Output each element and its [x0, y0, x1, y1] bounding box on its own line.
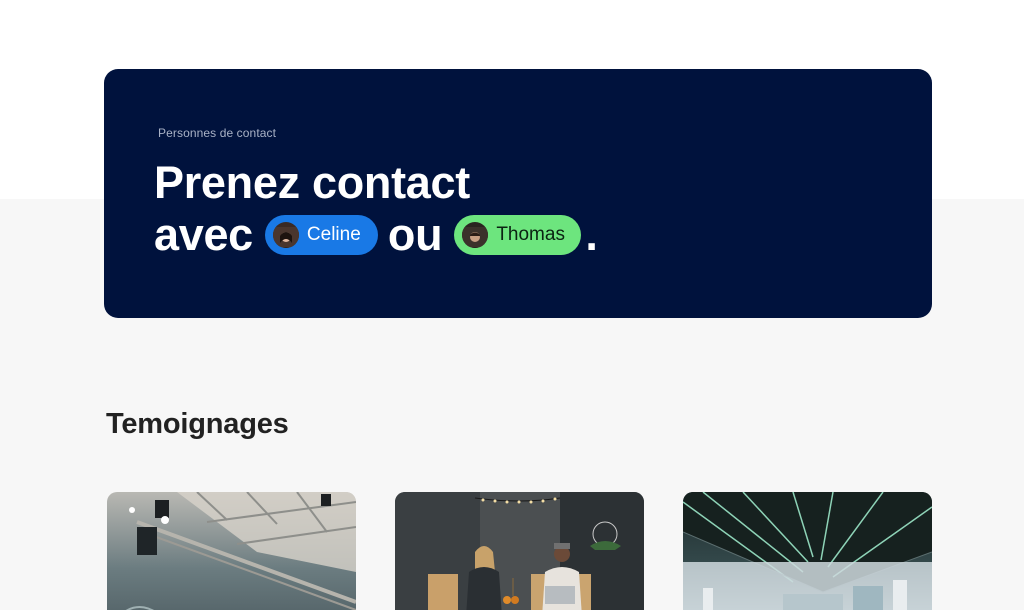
- testimonial-card-2[interactable]: [395, 492, 644, 610]
- card-3-photo: [683, 492, 932, 610]
- headline-word-ou: ou: [387, 209, 443, 260]
- card-1-photo: [125, 492, 356, 610]
- contact-pill-celine[interactable]: Celine: [264, 215, 378, 255]
- testimonial-card-3[interactable]: [683, 492, 932, 610]
- celine-avatar: [272, 222, 299, 248]
- testimonial-card-1[interactable]: [107, 492, 356, 610]
- headline-period: .: [585, 209, 598, 260]
- celine-label: Celine: [306, 224, 361, 245]
- card-2-photo: [395, 492, 644, 610]
- thomas-avatar: [462, 222, 489, 248]
- testimonials-title: Temoignages: [106, 408, 289, 440]
- thomas-label: Thomas: [496, 224, 565, 245]
- hero-eyebrow: Personnes de contact: [158, 126, 277, 140]
- headline-line-2: avec Celine ou Thomas .: [154, 209, 598, 261]
- contact-pill-thomas[interactable]: Thomas: [454, 215, 582, 255]
- contact-hero-card: Personnes de contact Prenez contact avec…: [104, 69, 932, 318]
- headline-word-avec: avec: [154, 209, 253, 260]
- headline-line-1: Prenez contact: [154, 157, 470, 208]
- hero-headline: Prenez contact avec Celine ou Thomas .: [154, 157, 598, 261]
